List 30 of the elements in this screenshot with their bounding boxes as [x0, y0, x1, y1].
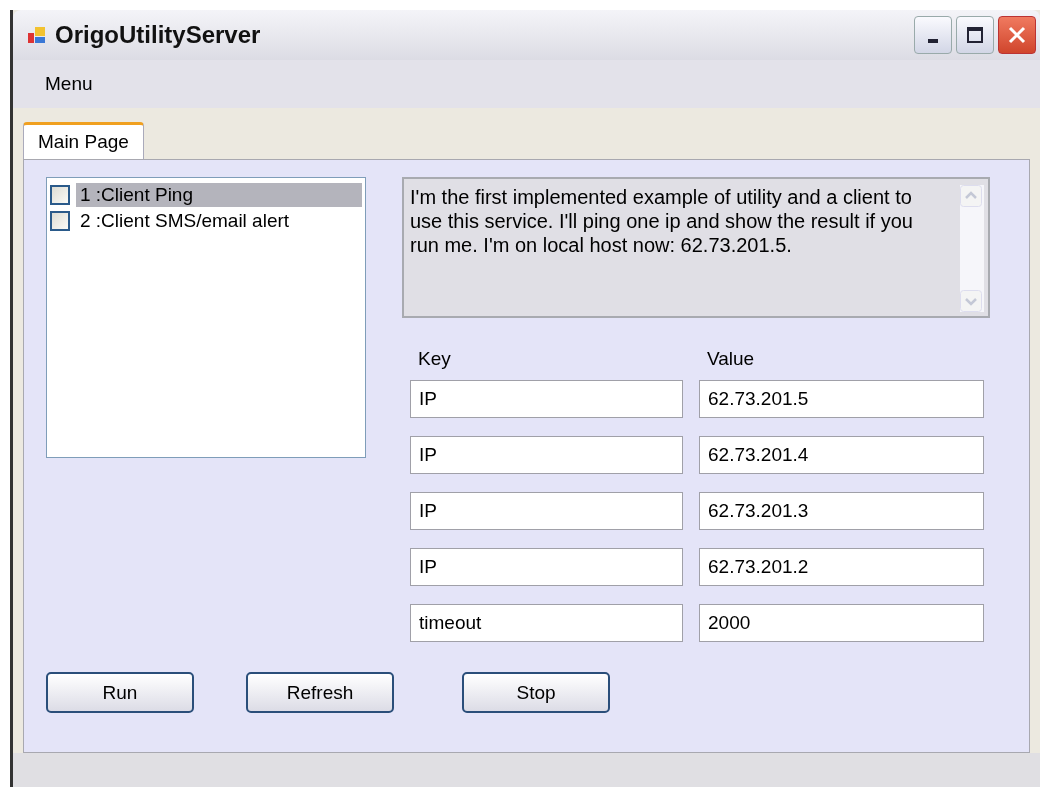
app-icon	[27, 25, 47, 45]
action-button[interactable]: Run	[46, 672, 194, 713]
description-text: I'm the first implemented example of utility and a client to use this service. I'll ping one ip and show the result if you run me. I'm on local host now: 62.73.201.5.	[410, 185, 914, 258]
key-field[interactable]: IP	[410, 548, 683, 586]
value-field[interactable]: 62.73.201.5	[699, 380, 984, 418]
value-field[interactable]: 2000	[699, 604, 984, 642]
value-field[interactable]: 62.73.201.3	[699, 492, 984, 530]
close-icon	[1007, 25, 1027, 45]
key-field[interactable]: timeout	[410, 604, 683, 642]
close-button[interactable]	[998, 16, 1036, 54]
key-field[interactable]: IP	[410, 380, 683, 418]
maximize-button[interactable]	[956, 16, 994, 54]
window-title: OrigoUtilityServer	[55, 21, 261, 49]
action-button[interactable]: Stop	[462, 672, 610, 713]
minimize-icon	[928, 39, 938, 43]
key-field[interactable]: IP	[410, 492, 683, 530]
value-field[interactable]: 62.73.201.4	[699, 436, 984, 474]
value-field[interactable]: 62.73.201.2	[699, 548, 984, 586]
column-label: Value	[706, 348, 756, 370]
menu-item[interactable]: Menu	[35, 71, 103, 97]
checkbox[interactable]	[50, 211, 70, 231]
list-item[interactable]: 2 :Client SMS/email alert	[76, 209, 362, 233]
tab[interactable]: Main Page	[23, 122, 144, 159]
maximize-icon	[966, 26, 984, 44]
list-item[interactable]: 1 :Client Ping	[76, 183, 362, 207]
column-label: Key	[417, 348, 452, 370]
action-button[interactable]: Refresh	[246, 672, 394, 713]
minimize-button[interactable]	[914, 16, 952, 54]
checkbox[interactable]	[50, 185, 70, 205]
key-field[interactable]: IP	[410, 436, 683, 474]
